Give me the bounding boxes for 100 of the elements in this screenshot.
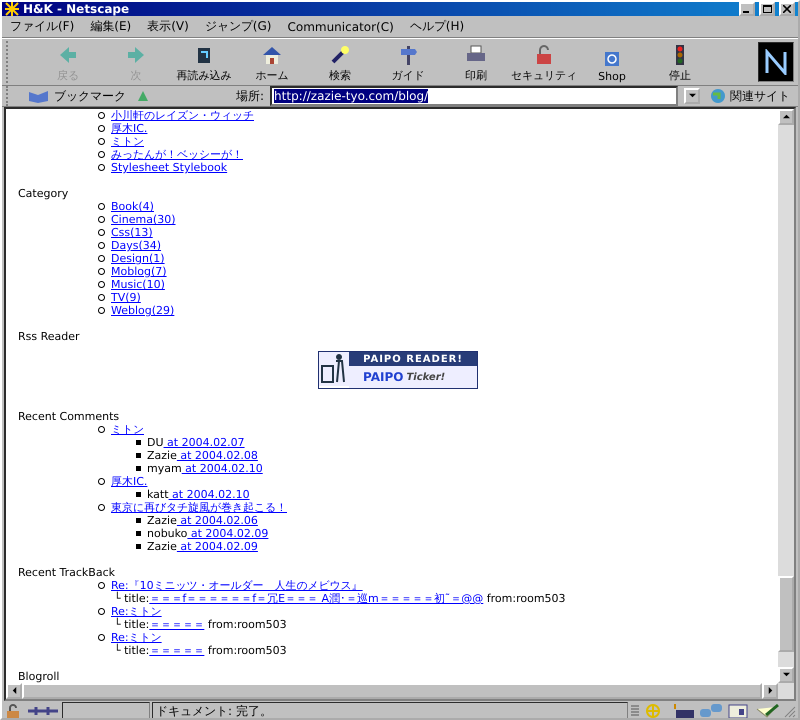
circle-bullet <box>98 125 105 132</box>
bookmarks-button[interactable]: ブックマーク <box>24 88 130 104</box>
toolbar-button[interactable]: Shop <box>578 41 646 83</box>
circle-bullet <box>98 242 105 249</box>
toolbar-button[interactable]: ガイド <box>374 41 442 83</box>
comment-date-link[interactable]: at 2004.02.07 <box>164 436 245 449</box>
trackback-title-link[interactable]: ＝＝＝＝＝ <box>149 644 204 657</box>
comment-author: katt <box>147 488 169 501</box>
close-button[interactable] <box>779 2 795 16</box>
comment-date-link[interactable]: at 2004.02.08 <box>176 449 258 462</box>
comment-date-link[interactable]: at 2004.02.10 <box>182 462 263 475</box>
comment-author: myam <box>147 462 182 475</box>
scroll-thumb[interactable] <box>778 576 794 652</box>
circle-bullet <box>98 426 105 433</box>
comment-author: Zazie <box>147 449 177 462</box>
comment-date-link[interactable]: at 2004.02.09 <box>176 540 258 553</box>
category-link[interactable]: Css(13) <box>111 226 153 239</box>
comment-author: Zazie <box>147 514 177 527</box>
menu-item[interactable]: ジャンプ(G) <box>204 18 272 35</box>
reader-banner[interactable]: PAIPO READER! PAIPO Ticker! <box>318 351 478 389</box>
section-heading: Rss Reader <box>18 330 81 343</box>
minimize-button[interactable] <box>739 2 755 16</box>
menu-item[interactable]: Communicator(C) <box>287 20 394 34</box>
trackback-link[interactable]: Re:『10ミニッツ・オールダー 人生のメビウス』 <box>111 579 363 592</box>
location-label: 場所: <box>236 88 264 104</box>
trash-can-person-icon <box>319 352 349 386</box>
scroll-right-button[interactable] <box>762 683 778 699</box>
resize-grip-icon <box>782 704 796 718</box>
post-link[interactable]: 厚木IC. <box>111 475 148 488</box>
vertical-scrollbar[interactable] <box>778 109 794 683</box>
circle-bullet <box>98 151 105 158</box>
link[interactable]: 厚木IC. <box>111 122 148 135</box>
related-sites-button[interactable]: 関連サイト <box>706 88 794 104</box>
bookmark-book-icon <box>28 89 50 103</box>
trackback-title-link[interactable]: ＝＝＝f＝＝＝＝＝＝f＝冗E＝＝＝ A潤･＝巡m＝＝＝＝＝初˜＝@@ <box>149 592 484 605</box>
link[interactable]: ミトン <box>111 135 144 148</box>
trackback-link[interactable]: Re:ミトン <box>111 605 162 618</box>
circle-bullet <box>98 112 105 119</box>
link[interactable]: みったんが！ベッシーが！ <box>111 148 243 161</box>
left-arrow-icon <box>10 686 18 694</box>
circle-bullet <box>98 281 105 288</box>
link[interactable]: 小川軒のレイズン・ウィッチ <box>111 109 254 122</box>
trackback-source: from:room503 <box>206 644 287 657</box>
comment-date-link[interactable]: at 2004.02.06 <box>176 514 258 527</box>
circle-bullet <box>98 307 105 314</box>
toolbar-button[interactable]: 検索 <box>306 41 374 83</box>
scroll-down-button[interactable] <box>778 667 794 683</box>
menu-item[interactable]: 編集(E) <box>90 18 132 35</box>
category-link[interactable]: Days(34) <box>111 239 162 252</box>
category-link[interactable]: Design(1) <box>111 252 165 265</box>
circle-bullet <box>98 608 105 615</box>
trackback-source: from:room503 <box>486 592 566 605</box>
up-arrow-icon <box>782 112 790 120</box>
category-link[interactable]: Weblog(29) <box>111 304 174 317</box>
toolbar-button[interactable]: セキュリティ <box>510 41 578 83</box>
right-arrow-icon <box>766 686 774 694</box>
url-field[interactable]: http://zazie-tyo.com/blog/ <box>270 86 678 106</box>
post-link[interactable]: ミトン <box>111 423 144 436</box>
chat-bubbles-icon <box>698 703 724 718</box>
category-link[interactable]: Book(4) <box>111 200 154 213</box>
square-bullet <box>136 544 141 549</box>
section-heading: Recent Comments <box>18 410 120 423</box>
category-link[interactable]: Cinema(30) <box>111 213 176 226</box>
section-heading: Category <box>18 187 70 200</box>
toolbar-button[interactable]: 再読み込み <box>170 41 238 83</box>
section-heading: Blogroll <box>18 670 60 683</box>
caret-icon <box>688 92 696 98</box>
square-bullet <box>136 492 141 497</box>
scroll-left-button[interactable] <box>6 683 22 699</box>
circle-bullet <box>98 203 105 210</box>
maximize-icon <box>762 5 772 13</box>
trackback-source: from:room503 <box>206 618 287 631</box>
circle-bullet <box>98 164 105 171</box>
status-field: ドキュメント: 完了。 <box>152 702 628 718</box>
app-icon <box>5 2 19 16</box>
component-bar-grip-icon <box>630 703 640 718</box>
pen-paper-icon <box>754 703 780 718</box>
scroll-up-button[interactable] <box>778 109 794 125</box>
menu-item[interactable]: ヘルプ(H) <box>410 18 464 35</box>
circle-bullet <box>98 294 105 301</box>
dropdown-button[interactable] <box>684 88 700 104</box>
square-bullet <box>136 518 141 523</box>
toolbar-button[interactable]: ホーム <box>238 41 306 83</box>
maximize-button[interactable] <box>759 2 775 16</box>
trackback-link[interactable]: Re:ミトン <box>111 631 162 644</box>
trackback-title-link[interactable]: ＝＝＝＝＝ <box>149 618 204 631</box>
link[interactable]: Stylesheet Stylebook <box>111 161 228 174</box>
toolbar-button[interactable]: 停止 <box>646 41 714 83</box>
square-bullet <box>136 440 141 445</box>
comment-date-link[interactable]: at 2004.02.09 <box>187 527 268 540</box>
comment-date-link[interactable]: at 2004.02.10 <box>168 488 250 501</box>
toolbar-button[interactable]: 印刷 <box>442 41 510 83</box>
category-link[interactable]: TV(9) <box>111 291 141 304</box>
category-link[interactable]: Moblog(7) <box>111 265 167 278</box>
square-bullet <box>136 466 141 471</box>
menu-item[interactable]: 表示(V) <box>147 18 189 35</box>
menu-item[interactable]: ファイル(F) <box>10 18 74 35</box>
category-link[interactable]: Music(10) <box>111 278 165 291</box>
post-link[interactable]: 東京に再びタチ旋風が巻き起こる！ <box>111 501 287 514</box>
home-icon <box>261 44 283 66</box>
